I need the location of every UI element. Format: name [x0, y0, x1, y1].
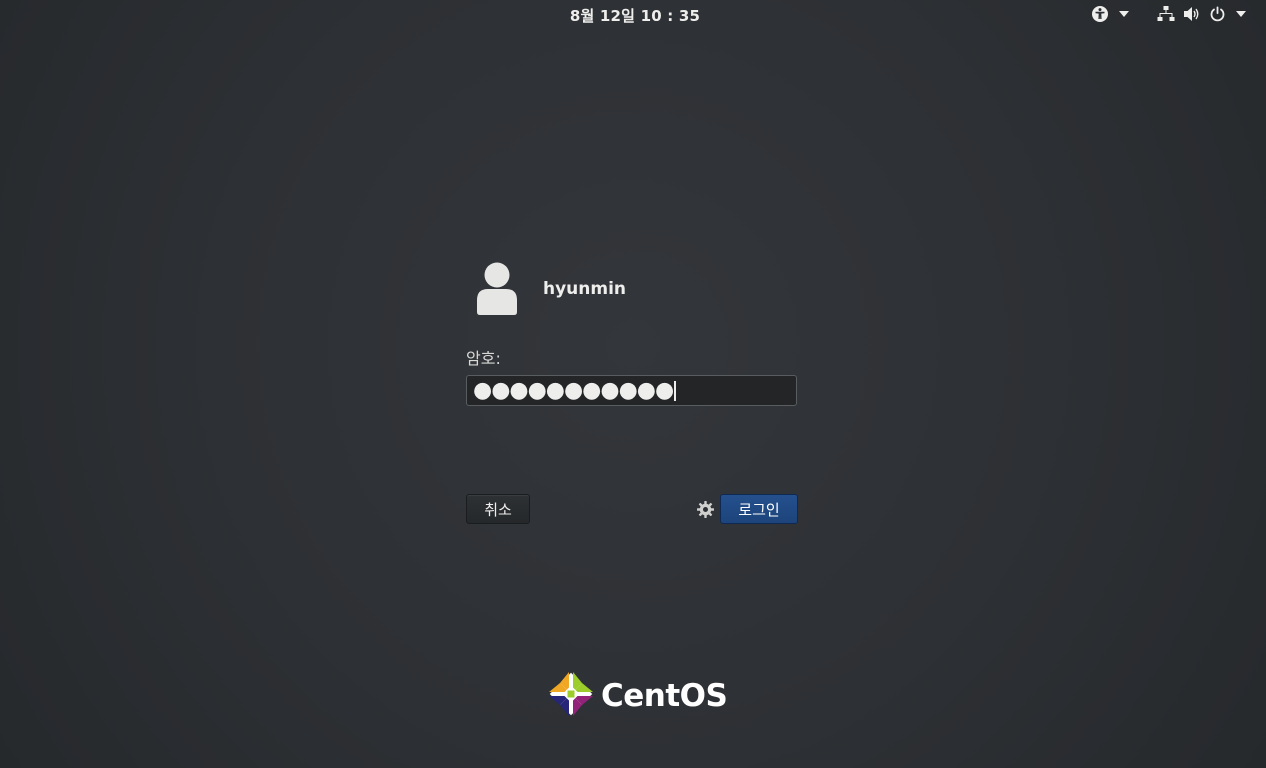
login-button[interactable]: 로그인 — [720, 494, 798, 524]
password-input[interactable]: ●●●●●●●●●●● — [466, 375, 797, 406]
user-entry: hyunmin — [475, 262, 626, 316]
power-icon — [1209, 6, 1226, 23]
user-avatar-icon — [475, 262, 519, 316]
password-label: 암호: — [466, 349, 501, 368]
accessibility-menu[interactable] — [1091, 4, 1129, 24]
volume-icon — [1183, 6, 1201, 22]
text-cursor — [674, 380, 677, 401]
centos-emblem-icon — [547, 670, 595, 722]
logo-text: CentOS — [601, 678, 728, 714]
username: hyunmin — [543, 279, 627, 299]
chevron-down-icon — [1119, 11, 1129, 17]
cancel-button[interactable]: 취소 — [466, 494, 530, 524]
clock[interactable]: 8월 12일 10 : 35 — [0, 5, 1266, 26]
network-icon — [1157, 6, 1175, 22]
login-screen: 8월 12일 10 : 35 hyunmin 암호: ●●●●●●●●●●● 취… — [0, 0, 1266, 768]
password-value: ●●●●●●●●●●● — [473, 378, 674, 403]
system-menu[interactable] — [1157, 4, 1246, 24]
centos-logo: CentOS — [547, 670, 728, 722]
top-bar: 8월 12일 10 : 35 — [0, 0, 1266, 28]
chevron-down-icon — [1236, 11, 1246, 17]
session-settings-gear-icon[interactable] — [697, 501, 714, 518]
accessibility-icon — [1091, 5, 1109, 23]
